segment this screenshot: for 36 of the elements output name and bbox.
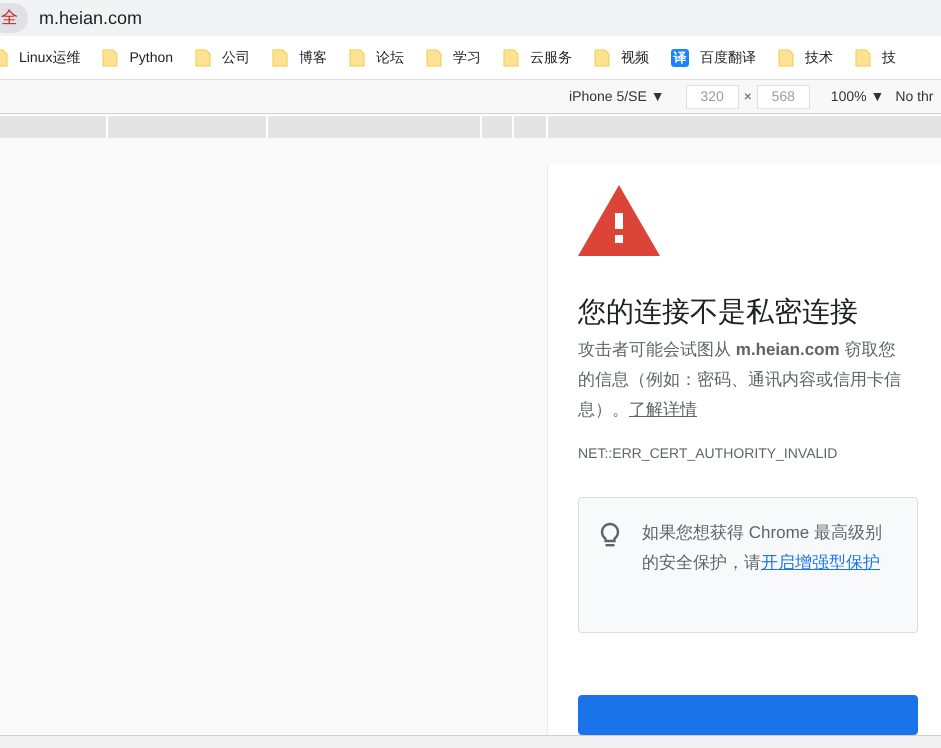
learn-more-link[interactable]: 了解详情	[629, 400, 697, 419]
bookmark-item[interactable]: Python	[102, 47, 174, 68]
folder-icon	[594, 48, 610, 66]
url-text[interactable]: m.heian.com	[39, 4, 142, 32]
bookmark-item[interactable]: 技术	[778, 47, 834, 68]
lightbulb-icon	[599, 522, 621, 548]
folder-icon	[102, 48, 118, 66]
bookmark-item[interactable]: Linux运维	[0, 47, 80, 68]
bookmark-item[interactable]: 视频	[594, 47, 650, 68]
bookmark-item[interactable]: 云服务	[503, 47, 572, 68]
warning-icon	[578, 185, 660, 256]
error-code: NET::ERR_CERT_AUTHORITY_INVALID	[578, 444, 838, 463]
bookmark-item[interactable]: 博客	[272, 47, 328, 68]
throttle-dropdown[interactable]: No thr	[895, 86, 934, 107]
bookmark-item[interactable]: 论坛	[349, 47, 404, 68]
back-to-safety-button[interactable]	[578, 695, 918, 735]
bookmark-item[interactable]: 公司	[195, 47, 250, 68]
times-sign: ×	[744, 87, 752, 106]
tip-text: 如果您想获得 Chrome 最高级别的安全保护，请开启增强型保护	[642, 522, 883, 574]
folder-icon	[349, 48, 366, 66]
bookmark-item[interactable]: 学习	[426, 47, 482, 68]
zoom-dropdown[interactable]: 100% ▼	[830, 86, 884, 107]
folder-icon	[272, 48, 288, 66]
folder-icon	[503, 48, 520, 66]
bookmark-item[interactable]: 技	[855, 47, 896, 68]
bookmark-item[interactable]: 译 百度翻译	[671, 47, 756, 68]
description-text: 攻击者可能会试图从 m.heian.com 窃取您的信息（例如：密码、通讯内容或信用卡信息）。了解详情	[578, 339, 902, 421]
folder-icon	[195, 48, 212, 66]
device-dropdown[interactable]: iPhone 5/SE ▼	[569, 86, 665, 107]
translate-icon: 译	[671, 48, 690, 66]
folder-icon	[855, 48, 872, 66]
folder-icon	[778, 48, 794, 66]
security-chip[interactable]: 全	[0, 3, 28, 33]
enhanced-protection-link[interactable]: 开启增强型保护	[761, 553, 880, 572]
folder-icon	[426, 48, 442, 66]
page-heading: 您的连接不是私密连接	[578, 295, 859, 329]
